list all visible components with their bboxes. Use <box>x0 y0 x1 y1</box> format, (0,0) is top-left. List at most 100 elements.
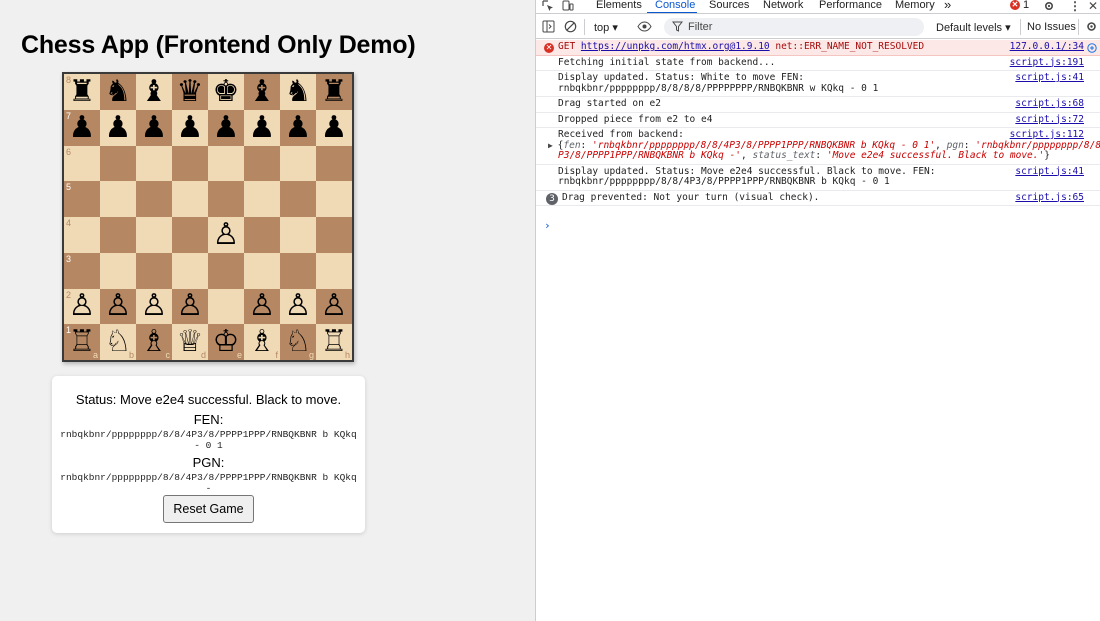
console-settings-gear-icon[interactable] <box>1085 20 1098 33</box>
board-square-g7[interactable]: ♟ <box>280 109 316 146</box>
board-square-f5[interactable] <box>244 181 280 217</box>
board-square-d7[interactable]: ♟ <box>172 109 208 146</box>
chess-piece[interactable]: ♙ <box>321 291 348 321</box>
board-square-a8[interactable]: 8 ♜ <box>64 74 100 110</box>
chess-piece[interactable]: ♟ <box>141 112 168 143</box>
board-square-f3[interactable] <box>244 252 280 289</box>
board-square-e3[interactable] <box>208 252 244 289</box>
board-square-g1[interactable]: g ♘ <box>280 324 316 360</box>
board-square-g4[interactable] <box>280 217 316 253</box>
source-link[interactable]: script.js:72 <box>1015 114 1084 126</box>
board-square-b3[interactable] <box>100 252 136 289</box>
board-square-e6[interactable] <box>208 145 244 182</box>
board-square-g2[interactable]: ♙ <box>280 288 316 325</box>
chess-piece[interactable]: ♝ <box>249 76 276 107</box>
board-square-c3[interactable] <box>136 252 172 289</box>
chess-piece[interactable]: ♖ <box>69 327 96 357</box>
network-request-icon[interactable] <box>1087 43 1097 53</box>
tab-console[interactable]: Console <box>655 0 695 11</box>
board-square-g3[interactable] <box>280 252 316 289</box>
tab-memory[interactable]: Memory <box>895 0 935 11</box>
chess-piece[interactable]: ♙ <box>69 291 96 321</box>
board-square-c1[interactable]: c ♗ <box>136 324 172 360</box>
board-square-e5[interactable] <box>208 181 244 217</box>
chess-piece[interactable]: ♙ <box>105 291 132 321</box>
board-square-a7[interactable]: 7 ♟ <box>64 109 100 146</box>
more-options-icon[interactable]: ⋮ <box>1069 0 1081 13</box>
board-square-f8[interactable]: ♝ <box>244 74 280 110</box>
board-square-d2[interactable]: ♙ <box>172 288 208 325</box>
chess-piece[interactable]: ♛ <box>177 76 204 107</box>
board-square-e2[interactable] <box>208 288 244 325</box>
chess-piece[interactable]: ♟ <box>249 112 276 143</box>
live-expression-eye-icon[interactable] <box>637 20 652 33</box>
tab-performance[interactable]: Performance <box>819 0 882 11</box>
chess-piece[interactable]: ♟ <box>69 112 96 143</box>
board-square-d5[interactable] <box>172 181 208 217</box>
board-square-g6[interactable] <box>280 145 316 182</box>
board-square-d4[interactable] <box>172 217 208 253</box>
chess-piece[interactable]: ♕ <box>177 327 204 357</box>
board-square-b1[interactable]: b ♘ <box>100 324 136 360</box>
board-square-a1[interactable]: 1 a ♖ <box>64 324 100 360</box>
board-square-e1[interactable]: e ♔ <box>208 324 244 360</box>
chess-piece[interactable]: ♟ <box>105 112 132 143</box>
chess-piece[interactable]: ♟ <box>177 112 204 143</box>
board-square-b8[interactable]: ♞ <box>100 74 136 110</box>
board-square-c8[interactable]: ♝ <box>136 74 172 110</box>
board-square-b5[interactable] <box>100 181 136 217</box>
board-square-d6[interactable] <box>172 145 208 182</box>
reset-game-button[interactable]: Reset Game <box>163 495 254 523</box>
board-square-c6[interactable] <box>136 145 172 182</box>
board-square-h8[interactable]: ♜ <box>316 74 352 110</box>
chess-piece[interactable]: ♙ <box>141 291 168 321</box>
board-square-h7[interactable]: ♟ <box>316 109 352 146</box>
board-square-h2[interactable]: ♙ <box>316 288 352 325</box>
tab-sources[interactable]: Sources <box>709 0 749 11</box>
board-square-b4[interactable] <box>100 217 136 253</box>
clear-console-icon[interactable] <box>564 20 577 33</box>
board-square-b7[interactable]: ♟ <box>100 109 136 146</box>
close-devtools-icon[interactable]: ✕ <box>1087 0 1099 13</box>
source-link[interactable]: 127.0.0.1/:34 <box>1010 41 1084 53</box>
source-link[interactable]: script.js:65 <box>1015 192 1084 204</box>
board-square-e4[interactable]: ♙ <box>208 217 244 253</box>
board-square-d3[interactable] <box>172 252 208 289</box>
chess-piece[interactable]: ♙ <box>177 291 204 321</box>
board-square-d1[interactable]: d ♕ <box>172 324 208 360</box>
source-link[interactable]: script.js:191 <box>1010 57 1084 69</box>
board-square-g8[interactable]: ♞ <box>280 74 316 110</box>
chess-board[interactable]: 8 ♜ ♞ ♝ ♛ ♚ ♝ ♞ ♜ 7 ♟ ♟ ♟ ♟ ♟ ♟ ♟ ♟ 6 5 4 ♙ 3 2 ♙ ♙ ♙ ♙ ♙ ♙ ♙ 1 a ♖ b ♘ c ♗ d ♕… <box>62 72 354 362</box>
board-square-f1[interactable]: f ♗ <box>244 324 280 360</box>
device-toolbar-icon[interactable] <box>562 0 574 12</box>
chess-piece[interactable]: ♖ <box>321 327 348 357</box>
board-square-g5[interactable] <box>280 181 316 217</box>
board-square-c2[interactable]: ♙ <box>136 288 172 325</box>
board-square-f7[interactable]: ♟ <box>244 109 280 146</box>
chess-piece[interactable]: ♙ <box>213 219 240 250</box>
board-square-f6[interactable] <box>244 145 280 182</box>
chess-piece[interactable]: ♟ <box>321 112 348 143</box>
more-tabs-icon[interactable]: » <box>944 0 951 12</box>
console-prompt[interactable]: › <box>544 219 551 232</box>
chess-piece[interactable]: ♝ <box>141 76 168 107</box>
error-counter[interactable]: ✕ 1 <box>1010 0 1029 11</box>
board-square-a6[interactable]: 6 <box>64 145 100 182</box>
board-square-c5[interactable] <box>136 181 172 217</box>
board-square-a5[interactable]: 5 <box>64 181 100 217</box>
chess-piece[interactable]: ♞ <box>105 76 132 107</box>
board-square-f4[interactable] <box>244 217 280 253</box>
board-square-e7[interactable]: ♟ <box>208 109 244 146</box>
board-square-h1[interactable]: h ♖ <box>316 324 352 360</box>
board-square-h5[interactable] <box>316 181 352 217</box>
board-square-a2[interactable]: 2 ♙ <box>64 288 100 325</box>
chess-piece[interactable]: ♜ <box>321 76 348 107</box>
source-link[interactable]: script.js:41 <box>1015 72 1084 84</box>
filter-input[interactable]: Filter <box>664 18 924 36</box>
board-square-e8[interactable]: ♚ <box>208 74 244 110</box>
settings-gear-icon[interactable] <box>1043 0 1055 12</box>
chess-piece[interactable]: ♘ <box>105 327 132 357</box>
inspect-element-icon[interactable] <box>542 0 554 12</box>
console-error-row[interactable]: ✕ GET https://unpkg.com/htmx.org@1.9.10 … <box>536 40 1100 56</box>
chess-piece[interactable]: ♚ <box>213 76 240 107</box>
